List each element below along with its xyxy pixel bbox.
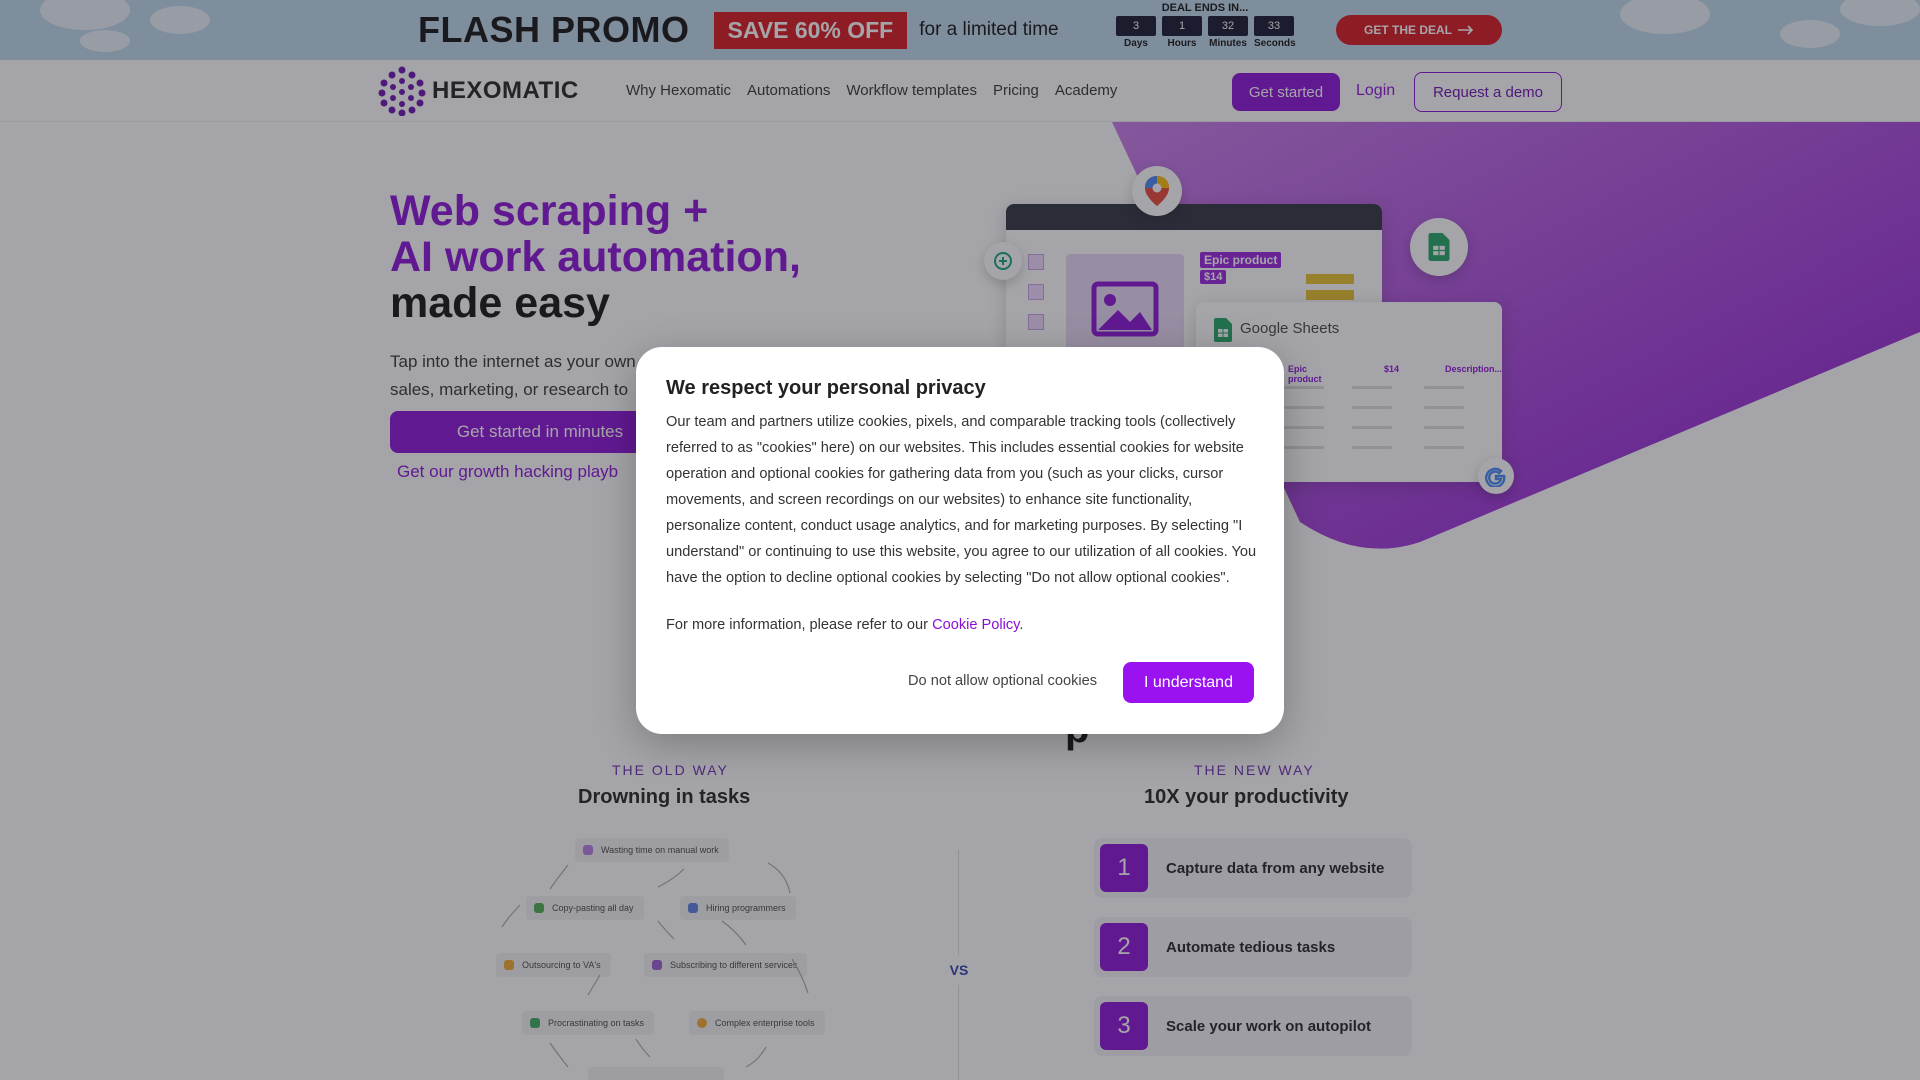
cookie-dialog-more-info: For more information, please refer to ou…: [666, 617, 1023, 633]
cookie-dialog-body: Our team and partners utilize cookies, p…: [666, 414, 1257, 586]
cookie-more-prefix: For more information, please refer to ou…: [666, 617, 928, 633]
cookie-consent-dialog: We respect your personal privacy Our tea…: [636, 347, 1284, 734]
i-understand-button[interactable]: I understand: [1123, 662, 1254, 703]
cookie-policy-link[interactable]: Cookie Policy: [932, 617, 1019, 633]
cookie-more-suffix: .: [1019, 617, 1024, 633]
cookie-dialog-title: We respect your personal privacy: [666, 377, 986, 399]
decline-optional-cookies-button[interactable]: Do not allow optional cookies: [908, 673, 1097, 689]
